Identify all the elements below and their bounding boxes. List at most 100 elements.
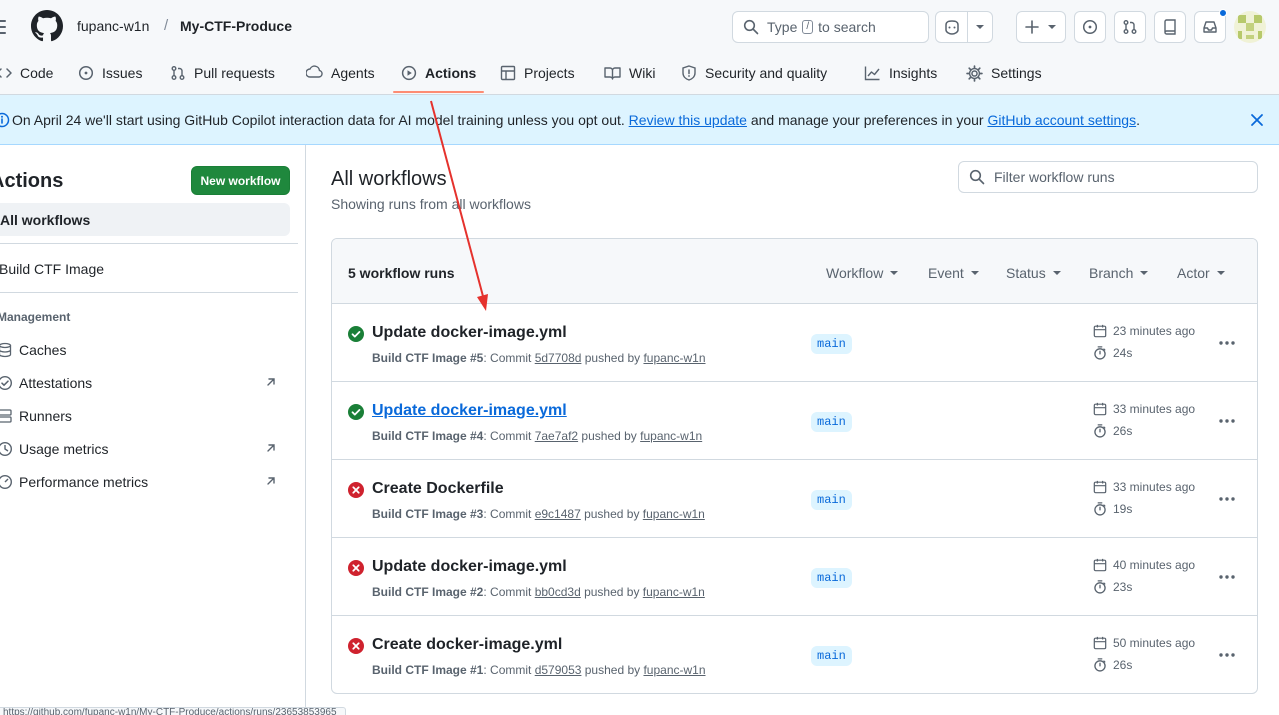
commit-sha-link[interactable]: bb0cd3d [535, 585, 581, 599]
tab-label: Code [20, 65, 54, 81]
close-icon[interactable] [1250, 113, 1264, 127]
run-timestamp: 50 minutes ago [1093, 636, 1195, 650]
sidebar-item-all-workflows[interactable]: All workflows [0, 203, 290, 236]
graph-icon [864, 66, 880, 81]
commit-sha-link[interactable]: 5d7708d [535, 351, 582, 365]
copilot-button[interactable] [935, 11, 993, 43]
branch-label[interactable]: main [811, 646, 852, 666]
run-title-link[interactable]: Update docker-image.yml [372, 324, 567, 342]
run-title-link[interactable]: Create docker-image.yml [372, 636, 562, 654]
tab-code[interactable]: Code [0, 52, 53, 94]
commit-sha-link[interactable]: e9c1487 [535, 507, 581, 521]
issues-button[interactable] [1074, 11, 1106, 43]
kebab-horizontal-icon[interactable] [1218, 496, 1236, 502]
review-update-link[interactable]: Review this update [629, 112, 747, 128]
pushed-by-label: pushed by [581, 663, 644, 677]
table-icon [500, 65, 516, 81]
tab-agents[interactable]: Agents [306, 52, 375, 94]
run-duration: 26s [1093, 424, 1132, 438]
repo-owner-link[interactable]: fupanc-w1n [77, 18, 149, 34]
commit-sha-link[interactable]: 7ae7af2 [535, 429, 578, 443]
workflow-run-row[interactable]: Update docker-image.yml Build CTF Image … [332, 382, 1257, 460]
chevron-down-icon [975, 25, 984, 29]
commit-label: : Commit [483, 585, 535, 599]
filter-branch-dropdown[interactable]: Branch [1089, 265, 1149, 281]
github-logo-icon[interactable] [31, 10, 63, 42]
commit-sha-link[interactable]: d579053 [535, 663, 582, 677]
run-workflow-name: Build CTF Image #4 [372, 429, 484, 443]
tab-label: Settings [991, 65, 1042, 81]
run-timestamp: 23 minutes ago [1093, 324, 1195, 338]
author-link[interactable]: fupanc-w1n [640, 429, 702, 443]
global-search-button[interactable]: Type / to search [732, 11, 929, 43]
menu-icon[interactable] [0, 14, 12, 40]
sidebar-item-attestations[interactable]: Attestations [0, 371, 287, 395]
link-external-icon [267, 378, 275, 386]
search-icon [743, 19, 759, 35]
author-link[interactable]: fupanc-w1n [643, 663, 705, 677]
run-duration-text: 26s [1113, 658, 1133, 672]
kebab-horizontal-icon[interactable] [1218, 652, 1236, 658]
branch-label[interactable]: main [811, 334, 852, 354]
kebab-horizontal-icon[interactable] [1218, 418, 1236, 424]
filter-label: Status [1006, 265, 1046, 281]
info-icon [0, 112, 10, 128]
author-link[interactable]: fupanc-w1n [643, 507, 705, 521]
tab-label: Pull requests [194, 65, 275, 81]
git-pull-request-icon [171, 66, 185, 80]
run-meta: Build CTF Image #2: Commit bb0cd3d pushe… [372, 585, 705, 599]
sidebar-item-caches[interactable]: Caches [0, 338, 287, 362]
author-link[interactable]: fupanc-w1n [643, 585, 705, 599]
filter-event-dropdown[interactable]: Event [928, 265, 979, 281]
user-avatar[interactable] [1234, 11, 1266, 43]
tab-security[interactable]: Security and quality [681, 52, 827, 94]
filter-status-dropdown[interactable]: Status [1006, 265, 1061, 281]
repositories-button[interactable] [1154, 11, 1186, 43]
kebab-horizontal-icon[interactable] [1218, 574, 1236, 580]
tab-wiki[interactable]: Wiki [604, 52, 655, 94]
tab-pull-requests[interactable]: Pull requests [170, 52, 275, 94]
new-workflow-button[interactable]: New workflow [191, 166, 290, 195]
sidebar-divider [0, 243, 298, 244]
tab-label: Actions [425, 65, 477, 81]
repo-name-link[interactable]: My-CTF-Produce [180, 18, 292, 34]
workflow-run-row[interactable]: Update docker-image.yml Build CTF Image … [332, 304, 1257, 382]
account-settings-link[interactable]: GitHub account settings [987, 112, 1136, 128]
sidebar-item-label: Caches [19, 342, 67, 358]
branch-label[interactable]: main [811, 412, 852, 432]
tab-actions[interactable]: Actions [401, 52, 476, 94]
author-link[interactable]: fupanc-w1n [643, 351, 705, 365]
run-title-link[interactable]: Update docker-image.yml [372, 402, 567, 420]
run-title-link[interactable]: Create Dockerfile [372, 480, 504, 498]
sidebar-item-performance-metrics[interactable]: Performance metrics [0, 470, 287, 494]
search-suffix: to search [818, 19, 876, 35]
filter-runs-input[interactable]: Filter workflow runs [958, 161, 1258, 193]
filter-workflow-dropdown[interactable]: Workflow [826, 265, 899, 281]
filter-actor-dropdown[interactable]: Actor [1177, 265, 1225, 281]
run-workflow-name: Build CTF Image #1 [372, 663, 484, 677]
run-duration: 24s [1093, 346, 1132, 360]
workflow-run-row[interactable]: Create docker-image.yml Build CTF Image … [332, 616, 1257, 693]
tab-projects[interactable]: Projects [500, 52, 575, 94]
code-icon [0, 68, 12, 78]
workflow-run-row[interactable]: Update docker-image.yml Build CTF Image … [332, 538, 1257, 616]
banner-text-middle: and manage your preferences in your [746, 112, 988, 128]
run-timestamp: 33 minutes ago [1093, 480, 1195, 494]
kebab-horizontal-icon[interactable] [1218, 340, 1236, 346]
create-new-button[interactable] [1016, 11, 1066, 43]
sidebar-item-usage-metrics[interactable]: Usage metrics [0, 437, 287, 461]
branch-label[interactable]: main [811, 568, 852, 588]
sidebar-item-workflow[interactable]: Build CTF Image [0, 261, 104, 277]
calendar-icon [1093, 636, 1107, 650]
sidebar-item-runners[interactable]: Runners [0, 404, 287, 428]
tab-settings[interactable]: Settings [966, 52, 1042, 94]
run-title-link[interactable]: Update docker-image.yml [372, 558, 567, 576]
workflow-run-row[interactable]: Create Dockerfile Build CTF Image #3: Co… [332, 460, 1257, 538]
filter-label: Event [928, 265, 964, 281]
tab-insights[interactable]: Insights [864, 52, 937, 94]
banner-text-end: . [1136, 112, 1140, 128]
pull-requests-button[interactable] [1114, 11, 1146, 43]
commit-label: : Commit [483, 663, 535, 677]
branch-label[interactable]: main [811, 490, 852, 510]
tab-issues[interactable]: Issues [78, 52, 142, 94]
